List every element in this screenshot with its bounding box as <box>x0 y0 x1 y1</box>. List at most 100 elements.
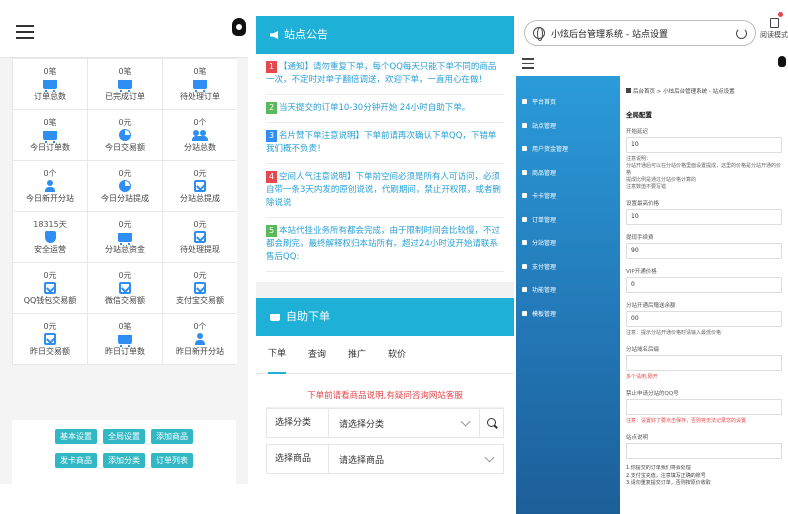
cart-icon <box>43 79 57 92</box>
stat-label: 今日订单数 <box>30 143 70 152</box>
qq-penguin-icon[interactable] <box>778 56 786 67</box>
stat-value: 0笔 <box>43 118 57 127</box>
quick-action-button[interactable]: 订单列表 <box>151 453 193 468</box>
stat-card: 0个 昨日新开分站 <box>163 314 237 364</box>
stat-value: 0元 <box>193 169 207 178</box>
hamburger-menu-icon[interactable] <box>16 25 34 39</box>
sidebar-item-icon <box>522 310 527 316</box>
sidebar-item[interactable]: 商品管理 <box>516 161 620 185</box>
field-label: 禁止申请分站的QQ号 <box>626 391 679 397</box>
stat-card: 0笔 昨日订单数 <box>88 314 162 364</box>
reader-mode-label: 阅读模式 <box>760 31 788 39</box>
qq-penguin-icon[interactable] <box>232 18 246 36</box>
announcement-item: 5 本站代挂业务所有都会完成，由于限制时间会比较慢，不过都会刷完，最终解释权归本站… <box>266 218 504 272</box>
sidebar-item-icon <box>522 216 527 222</box>
address-text[interactable]: 小炫后台管理系统 - 站点设置 <box>551 27 736 40</box>
checkbox-icon <box>194 231 206 243</box>
announcement-number-badge: 2 <box>266 102 277 114</box>
bonus-balance-input[interactable]: 00 <box>626 311 782 327</box>
field-label: 分站开通后赠送余额 <box>626 303 676 309</box>
quick-action-button[interactable]: 添加分类 <box>103 453 145 468</box>
notes-list: 1.你提交的订单我们将会处理 2.支付宝充值，注意填写正确的账号 3.请勿重复提交订… <box>626 465 782 488</box>
stat-card: 0元 QQ钱包交易额 <box>13 263 87 313</box>
quick-action-button[interactable]: 添加商品 <box>151 429 193 444</box>
start-delay-input[interactable]: 10 <box>626 137 782 153</box>
sidebar-item-icon <box>522 193 527 199</box>
user-icon <box>195 333 205 345</box>
announcement-header: 站点公告 <box>256 16 514 54</box>
sidebar-item[interactable]: 订单管理 <box>516 208 620 232</box>
home-icon[interactable] <box>626 88 631 93</box>
tab-query[interactable]: 查询 <box>308 337 326 373</box>
stat-card: 0元 今日交易额 <box>88 110 162 160</box>
banlist-input[interactable] <box>626 399 782 415</box>
auto-order-card: 自助下单 下单 查询 推广 软价 下单前请看商品说明,有疑问咨询网站客服 选择分… <box>256 298 514 478</box>
withdraw-fee-input[interactable]: 90 <box>626 243 782 259</box>
stat-value: 0元 <box>193 220 207 229</box>
quick-action-button[interactable]: 全局设置 <box>103 429 145 444</box>
stat-card: 18315天 安全运营 <box>13 212 87 262</box>
search-icon[interactable] <box>479 409 503 437</box>
site-notes-input[interactable] <box>626 443 782 459</box>
admin-main-content: 后台首页 > 小炫后台管理系统 - 站点设置 全局配置 开始延迟 10 注意说明… <box>620 76 788 514</box>
sidebar-item[interactable]: 分站管理 <box>516 231 620 255</box>
stat-value: 0个 <box>43 169 57 178</box>
field-label: 开始延迟 <box>626 129 649 135</box>
announcement-number-badge: 3 <box>266 130 277 142</box>
sidebar-item[interactable]: 模板管理 <box>516 302 620 326</box>
goods-select[interactable]: 请选择商品 <box>329 453 486 466</box>
sidebar-item[interactable]: 平台首页 <box>516 90 620 114</box>
stat-value: 0个 <box>193 118 207 127</box>
stat-label: 待处理提现 <box>180 245 220 254</box>
address-bar[interactable]: 小炫后台管理系统 - 站点设置 <box>524 20 756 46</box>
max-price-input[interactable]: 10 <box>626 209 782 225</box>
vip-price-input[interactable]: 0 <box>626 277 782 293</box>
quick-action-button[interactable]: 发卡商品 <box>55 453 97 468</box>
stats-grid: 0笔 订单总数 0笔 已完成订单 0笔 待处理订单 0笔 今日订单数 0元 今日交易额 0个 分站总数… <box>12 58 237 365</box>
chevron-down-icon[interactable] <box>484 452 495 462</box>
stat-value: 0元 <box>43 322 57 331</box>
field-label: 站点说明 <box>626 435 649 441</box>
tab-promote[interactable]: 推广 <box>348 337 366 373</box>
tab-price[interactable]: 软价 <box>388 337 406 373</box>
breadcrumb-text: 后台首页 > 小炫后台管理系统 - 站点设置 <box>633 89 735 95</box>
stat-value: 0笔 <box>43 67 57 76</box>
quick-action-button[interactable]: 基本设置 <box>55 429 97 444</box>
cart-icon <box>270 313 280 321</box>
sidebar-item[interactable]: 用户资金管理 <box>516 137 620 161</box>
stat-value: 18315天 <box>33 220 67 229</box>
stat-card: 0元 今日分站提成 <box>88 161 162 211</box>
goods-row: 选择商品 请选择商品 <box>266 444 504 474</box>
reload-icon[interactable] <box>736 27 747 39</box>
stat-card: 0元 分站总提成 <box>163 161 237 211</box>
sidebar-item[interactable]: 卡卡管理 <box>516 184 620 208</box>
tab-order[interactable]: 下单 <box>268 336 287 374</box>
category-row: 选择分类 请选择分类 <box>266 408 504 438</box>
announcement-item: 4 空间人气注意说明】下单前空间必须是所有人可访问，必须自带一条3天内发的原创说说… <box>266 164 504 218</box>
chevron-down-icon[interactable] <box>460 416 471 426</box>
stat-label: 订单总数 <box>34 92 66 101</box>
hamburger-menu-icon[interactable] <box>522 58 534 69</box>
sidebar-item-icon <box>522 240 527 246</box>
sidebar-item-icon <box>522 99 527 105</box>
sidebar-item[interactable]: 功能管理 <box>516 278 620 302</box>
stat-label: 安全运营 <box>34 245 66 254</box>
quick-actions: 基本设置 全局设置 添加商品 发卡商品 添加分类 订单列表 <box>12 420 236 484</box>
sidebar-item[interactable]: 站点管理 <box>516 114 620 138</box>
sidebar-item-icon <box>522 169 527 175</box>
checkbox-icon <box>44 282 56 294</box>
tail-help-text: 注意：提示分站开通价格时请输入最低价格 <box>626 330 722 336</box>
category-select[interactable]: 请选择分类 <box>329 417 462 430</box>
stat-value: 0元 <box>118 118 132 127</box>
reader-mode-button[interactable]: 阅读模式 <box>760 18 788 40</box>
goods-label: 选择商品 <box>267 445 329 473</box>
notification-dot-icon <box>778 12 783 17</box>
quick-actions-row-1: 基本设置 全局设置 添加商品 <box>12 429 236 444</box>
auto-order-title: 自助下单 <box>286 310 330 323</box>
stat-card: 0笔 待处理订单 <box>163 59 237 109</box>
stat-label: 昨日新开分站 <box>176 347 224 356</box>
announcement-text: 空间人气注意说明】下单前空间必须是所有人可访问，必须自带一条3天内发的原创说说，… <box>266 172 501 208</box>
cart-icon <box>118 232 132 245</box>
domain-suffix-input[interactable] <box>626 355 782 371</box>
sidebar-item[interactable]: 支付管理 <box>516 255 620 279</box>
